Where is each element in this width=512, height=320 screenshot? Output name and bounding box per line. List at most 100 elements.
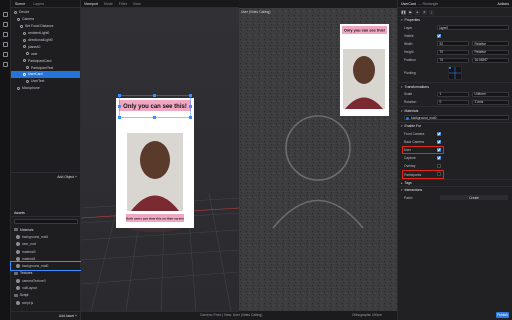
- asset-item[interactable]: nullLayout: [11, 284, 81, 291]
- rect-icon: [26, 52, 29, 56]
- menu-mode[interactable]: Mode: [101, 2, 116, 6]
- tab-layers[interactable]: Layers: [29, 2, 48, 6]
- pivot-widget-icon[interactable]: [448, 66, 462, 81]
- microphone-icon: [17, 86, 20, 90]
- scene-icon[interactable]: [3, 12, 8, 17]
- scale-mode-select[interactable]: Uniform: [472, 91, 509, 97]
- section-interactions[interactable]: ▾ Interactions: [398, 186, 512, 194]
- preview-card-text: Only you can see this!: [344, 28, 385, 33]
- viewport-canvas[interactable]: Only you can see this! Both users can vi…: [81, 8, 239, 311]
- height-input[interactable]: 70: [437, 49, 469, 55]
- tree-item-usertext[interactable]: UserText: [11, 78, 80, 85]
- rotation-axis-select[interactable]: Z Axis: [472, 99, 509, 105]
- layers-icon[interactable]: [3, 22, 8, 27]
- enable-row-back-camera: Back Camera: [398, 138, 512, 146]
- tree-item-focal[interactable]: Set Focal Distance: [11, 23, 80, 30]
- tree-item-device[interactable]: Device: [11, 9, 80, 16]
- tree-item-microphone[interactable]: Microphone: [11, 85, 80, 92]
- asset-item[interactable]: script.js: [11, 299, 81, 306]
- actions-button[interactable]: Actions: [498, 2, 509, 6]
- inspector-subtitle: — Rectangle: [417, 1, 439, 6]
- asset-group-script[interactable]: Script: [11, 292, 81, 299]
- prop-row-visible: Visible: [398, 32, 512, 40]
- camera-preview[interactable]: Only you can see this!: [239, 8, 397, 311]
- menu-view[interactable]: View: [130, 2, 144, 6]
- back-camera-checkbox[interactable]: [437, 139, 441, 144]
- menu-filter[interactable]: Filter: [116, 2, 130, 6]
- plane-icon: [23, 45, 26, 49]
- folder-icon: [14, 228, 18, 232]
- script-icon[interactable]: [3, 42, 8, 47]
- asset-group-textures[interactable]: Textures: [11, 270, 81, 277]
- asset-item-highlighted[interactable]: background_mat0: [10, 262, 82, 270]
- asset-item[interactable]: cameraTexture0: [11, 277, 81, 284]
- viewport-panel: Viewport Mode Filter View Only you can s…: [81, 0, 239, 320]
- tree-item-usercard[interactable]: UserCard: [11, 71, 80, 78]
- settings-icon[interactable]: [3, 62, 8, 67]
- add-object-button[interactable]: Add Object +: [11, 172, 81, 180]
- asset-item[interactable]: material1: [11, 255, 81, 262]
- add-asset-button[interactable]: Add Asset +: [11, 311, 81, 319]
- asset-item[interactable]: background_mat1: [11, 233, 81, 240]
- step-icon[interactable]: ▸: [415, 9, 420, 15]
- tree-item-ambient[interactable]: ambientLight0: [11, 30, 80, 37]
- tree-item-user[interactable]: user: [11, 50, 80, 57]
- camera-preview-canvas: Only you can see this!: [239, 8, 397, 311]
- asset-icon[interactable]: [3, 52, 8, 57]
- position-x-input[interactable]: 74: [437, 57, 469, 63]
- tab-scene[interactable]: Scene: [11, 2, 29, 6]
- prop-row-width: Width 92 Relative: [398, 40, 512, 48]
- section-enable-for[interactable]: ▾ Enable For: [398, 122, 512, 130]
- tree-item-participantcard[interactable]: ParticipantCard: [11, 57, 80, 64]
- tree-item-directional[interactable]: directionalLight0: [11, 37, 80, 44]
- overlay-checkbox[interactable]: [437, 164, 441, 169]
- front-camera-checkbox[interactable]: [437, 131, 441, 136]
- assets-search-input[interactable]: [14, 219, 78, 224]
- section-transformations[interactable]: ▾ Transformations: [398, 82, 512, 90]
- width-input[interactable]: 92: [437, 41, 469, 47]
- align-icon[interactable]: ≡: [422, 9, 427, 15]
- asset-list: Materials background_mat1 user_mat mater…: [10, 226, 82, 306]
- inspector-panel: UserCard — Rectangle Actions ❚❚ ▶ ▸ ≡ ⋮ …: [397, 0, 512, 320]
- scale-input[interactable]: 1: [437, 91, 469, 97]
- pause-icon[interactable]: ❚❚: [401, 9, 406, 15]
- layer-select[interactable]: layer0: [437, 25, 509, 31]
- asset-group-materials[interactable]: Materials: [11, 226, 81, 233]
- camera-footer-status: Camera: Front | View: User (Video Callin…: [200, 313, 263, 317]
- camera-icon: [17, 17, 20, 21]
- section-materials[interactable]: ▾ Materials: [398, 106, 512, 114]
- tree-item-participanttext[interactable]: ParticipantText: [11, 64, 80, 71]
- position-y-input[interactable]: 16.08397: [472, 57, 509, 63]
- visible-checkbox[interactable]: [437, 33, 441, 38]
- tab-viewport[interactable]: Viewport: [81, 2, 101, 6]
- create-patch-button[interactable]: Create: [440, 195, 508, 201]
- camera-icon[interactable]: [3, 32, 8, 37]
- tree-item-camera[interactable]: Camera: [11, 16, 80, 23]
- section-tags[interactable]: ▸ Tags: [398, 178, 512, 187]
- width-unit-select[interactable]: Relative: [472, 41, 509, 47]
- text-icon: [26, 66, 29, 70]
- enable-row-overlay: Overlay: [398, 162, 512, 170]
- material-icon: [16, 249, 20, 254]
- script-icon: [16, 300, 20, 305]
- camera-footer-projection[interactable]: Orthographic 100cm: [352, 313, 382, 317]
- distribute-icon[interactable]: ⋮: [429, 9, 434, 15]
- height-unit-select[interactable]: Relative: [472, 49, 509, 55]
- capture-checkbox[interactable]: [437, 156, 441, 161]
- preview-person-face: [353, 56, 375, 84]
- rotation-input[interactable]: 0: [437, 99, 469, 105]
- enable-row-user: User: [398, 145, 512, 155]
- light-icon: [23, 31, 26, 35]
- tree-item-plane[interactable]: planeA0: [11, 43, 80, 50]
- chevron-down-icon: ▾: [401, 108, 403, 113]
- inspector-header: UserCard — Rectangle Actions: [398, 0, 512, 8]
- play-icon[interactable]: ▶: [408, 9, 413, 15]
- asset-item[interactable]: material0: [11, 248, 81, 255]
- enable-row-capture: Capture: [398, 154, 512, 162]
- publish-button[interactable]: Publish: [496, 312, 509, 318]
- app-window: Scene Layers Device Camera Set Focal Dis…: [0, 0, 512, 320]
- material-select[interactable]: background_mat0: [404, 115, 509, 121]
- asset-item[interactable]: user_mat: [11, 241, 81, 248]
- inspector-toolbar: ❚❚ ▶ ▸ ≡ ⋮: [398, 8, 512, 16]
- section-properties[interactable]: ▾ Properties: [398, 16, 512, 24]
